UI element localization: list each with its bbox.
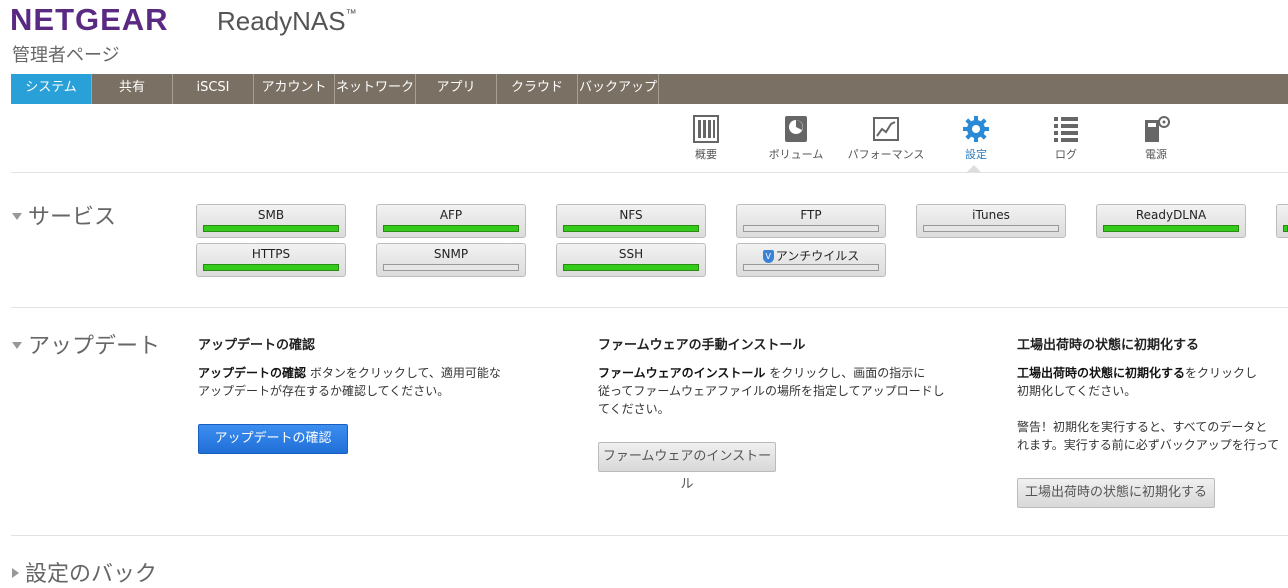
- overview-icon: [693, 115, 719, 143]
- service-readydlna-button[interactable]: ReadyDLNA: [1096, 204, 1246, 238]
- status-bar: [203, 264, 339, 271]
- main-nav: システム 共有 iSCSI アカウント ネットワーク アプリ クラウド バックア…: [11, 74, 1288, 104]
- status-bar: [563, 225, 699, 232]
- tab-apps[interactable]: アプリ: [416, 74, 497, 104]
- status-bar: [743, 225, 879, 232]
- manual-install-text: ファームウェアのインストール をクリックし、画面の指示に 従ってファームウェアフ…: [598, 366, 945, 416]
- volume-icon: [785, 116, 807, 142]
- divider: [11, 307, 1288, 308]
- power-icon: [1145, 116, 1170, 142]
- collapse-icon: [12, 341, 22, 349]
- subnav-volume[interactable]: ボリューム: [751, 114, 841, 162]
- service-smb-button[interactable]: SMB: [196, 204, 346, 238]
- subnav-logs[interactable]: ログ: [1021, 114, 1111, 162]
- factory-reset-text: 工場出荷時の状態に初期化するをクリックし 初期化してください。 警告！初期化を実…: [1017, 366, 1280, 452]
- gear-icon: [963, 116, 989, 142]
- factory-reset-heading: 工場出荷時の状態に初期化する: [1017, 338, 1200, 353]
- service-ftp-button[interactable]: FTP: [736, 204, 886, 238]
- tab-cloud[interactable]: クラウド: [497, 74, 578, 104]
- tab-accounts[interactable]: アカウント: [254, 74, 335, 104]
- check-update-text: アップデートの確認 ボタンをクリックして、適用可能な アップデートが存在するか確…: [198, 366, 501, 398]
- service-https-button[interactable]: HTTPS: [196, 243, 346, 277]
- performance-icon: [873, 117, 899, 141]
- service-antivirus-button[interactable]: V アンチウイルス: [736, 243, 886, 277]
- service-partial-button[interactable]: [1276, 204, 1288, 238]
- tab-network[interactable]: ネットワーク: [335, 74, 416, 104]
- subnav-power[interactable]: 電源: [1111, 114, 1201, 162]
- status-bar: [1283, 225, 1288, 232]
- service-snmp-button[interactable]: SNMP: [376, 243, 526, 277]
- status-bar: [383, 225, 519, 232]
- status-bar: [743, 264, 879, 271]
- divider: [11, 172, 1288, 173]
- status-bar: [203, 225, 339, 232]
- manual-install-heading: ファームウェアの手動インストール: [598, 338, 806, 353]
- services-section-toggle[interactable]: サービス: [12, 199, 116, 231]
- expand-icon: [12, 568, 19, 578]
- subnav-overview[interactable]: 概要: [661, 114, 751, 162]
- check-update-button[interactable]: アップデートの確認: [198, 424, 348, 454]
- netgear-logo: NETGEAR: [10, 2, 169, 37]
- subnav-settings[interactable]: 設定: [931, 114, 1021, 162]
- update-section-toggle[interactable]: アップデート: [12, 328, 160, 360]
- product-name: ReadyNAS™: [217, 6, 357, 36]
- status-bar: [563, 264, 699, 271]
- service-itunes-button[interactable]: iTunes: [916, 204, 1066, 238]
- tab-shares[interactable]: 共有: [92, 74, 173, 104]
- tab-system[interactable]: システム: [11, 74, 92, 104]
- shield-icon: V: [762, 250, 774, 263]
- status-bar: [923, 225, 1059, 232]
- page-subtitle: 管理者ページ: [12, 45, 120, 66]
- status-bar: [383, 264, 519, 271]
- status-bar: [1103, 225, 1239, 232]
- check-update-heading: アップデートの確認: [198, 338, 316, 353]
- factory-reset-button[interactable]: 工場出荷時の状態に初期化する: [1017, 478, 1215, 508]
- backup-section-toggle[interactable]: 設定のバック: [12, 556, 157, 588]
- collapse-icon: [12, 212, 22, 220]
- service-afp-button[interactable]: AFP: [376, 204, 526, 238]
- tab-backup[interactable]: バックアップ: [578, 74, 659, 104]
- tab-iscsi[interactable]: iSCSI: [173, 74, 254, 104]
- divider: [11, 535, 1288, 536]
- subnav-performance[interactable]: パフォーマンス: [841, 114, 931, 162]
- install-firmware-button[interactable]: ファームウェアのインストール: [598, 442, 776, 492]
- list-icon: [1054, 117, 1078, 142]
- service-ssh-button[interactable]: SSH: [556, 243, 706, 277]
- service-nfs-button[interactable]: NFS: [556, 204, 706, 238]
